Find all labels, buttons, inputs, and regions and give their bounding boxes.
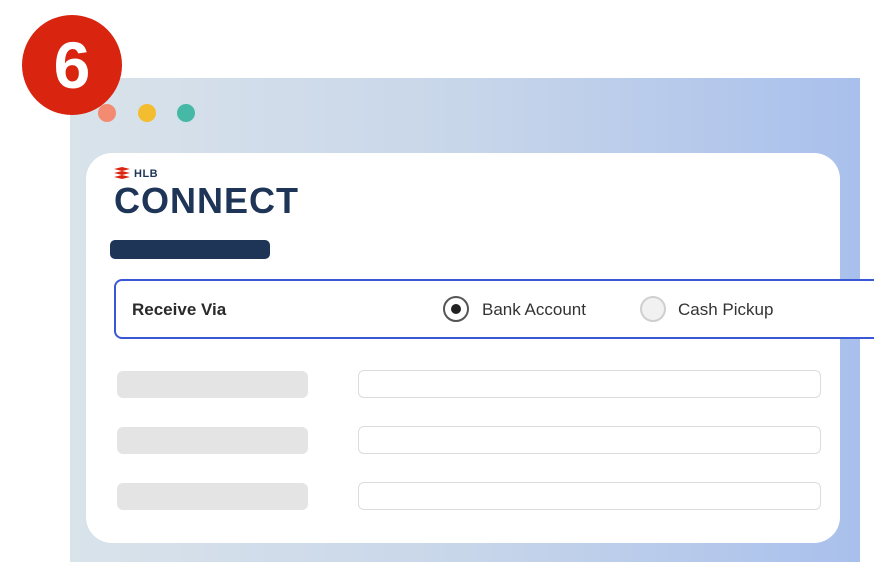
receive-via-row: Receive Via Bank Account Cash Pickup bbox=[114, 279, 874, 339]
close-dot[interactable] bbox=[98, 104, 116, 122]
field-label-placeholder bbox=[117, 427, 308, 454]
bank-account-radio[interactable] bbox=[443, 296, 469, 322]
hlb-logo-icon bbox=[114, 167, 130, 179]
step-badge: 6 bbox=[22, 15, 122, 115]
logo-wordmark: CONNECT bbox=[114, 180, 299, 221]
field-input[interactable] bbox=[358, 482, 821, 510]
receive-via-label: Receive Via bbox=[132, 300, 227, 319]
field-label-placeholder bbox=[117, 371, 308, 398]
field-label-placeholder bbox=[117, 483, 308, 510]
maximize-dot[interactable] bbox=[177, 104, 195, 122]
title-placeholder bbox=[110, 240, 270, 259]
hlb-connect-logo: HLB CONNECT bbox=[114, 166, 299, 219]
field-input[interactable] bbox=[358, 426, 821, 454]
logo-small-text: HLB bbox=[134, 168, 159, 180]
cash-pickup-radio[interactable] bbox=[640, 296, 666, 322]
cash-pickup-label[interactable]: Cash Pickup bbox=[678, 300, 773, 320]
field-input[interactable] bbox=[358, 370, 821, 398]
minimize-dot[interactable] bbox=[138, 104, 156, 122]
bank-account-label[interactable]: Bank Account bbox=[482, 300, 586, 320]
